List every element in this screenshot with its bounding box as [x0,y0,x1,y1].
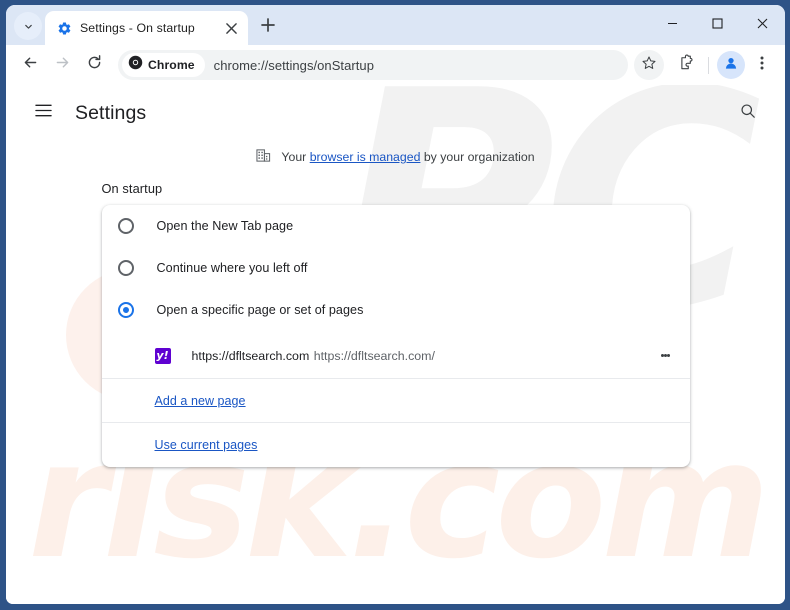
window-controls [650,5,785,45]
search-icon [740,103,756,124]
radio-label: Continue where you left off [156,261,308,275]
dot [667,354,670,357]
enterprise-building-icon [256,148,271,166]
site-favicon-icon: y! [154,347,171,364]
settings-content: On startup Open the New Tab page Continu… [101,166,690,467]
close-window-button[interactable] [740,8,785,42]
site-url: https://dfltsearch.com/ [313,348,435,363]
reload-icon [86,54,103,76]
radio-label: Open a specific page or set of pages [156,303,364,317]
arrow-right-icon [54,54,71,76]
avatar-icon [723,55,739,76]
chrome-menu-button[interactable] [747,50,777,80]
chevron-down-icon [22,20,35,33]
list-item[interactable]: y! https://dfltsearch.com https://dfltse… [101,333,690,379]
settings-page: PC risk.com Settings [6,85,785,604]
chrome-logo-icon [128,55,143,75]
tab-strip: Settings - On startup [6,5,785,45]
profile-avatar-button[interactable] [717,51,745,79]
close-icon[interactable] [222,19,240,37]
managed-text-before: Your [281,150,307,164]
settings-gear-icon [56,20,72,36]
browser-is-managed-link[interactable]: browser is managed [310,150,421,164]
maximize-button[interactable] [695,8,740,42]
startup-pages-list: y! https://dfltsearch.com https://dfltse… [101,331,690,379]
reload-button[interactable] [78,49,110,81]
minimize-button[interactable] [650,8,695,42]
arrow-left-icon [22,54,39,76]
more-vertical-icon[interactable] [652,342,680,370]
radio-continue-where-you-left-off[interactable]: Continue where you left off [102,247,690,289]
forward-button[interactable] [46,49,78,81]
tab-settings-on-startup[interactable]: Settings - On startup [45,11,248,45]
tab-search-button[interactable] [14,12,42,40]
radio-icon [117,260,134,276]
browser-window-frame: Settings - On startup Chrome chrome://se… [0,0,790,610]
back-button[interactable] [14,49,46,81]
plus-icon [261,17,275,37]
address-bar[interactable]: Chrome chrome://settings/onStartup [118,50,628,80]
use-current-pages-link[interactable]: Use current pages [155,438,258,452]
managed-browser-banner: Your browser is managed by your organiza… [6,148,785,166]
address-bar-url: chrome://settings/onStartup [213,57,374,73]
tab-title: Settings - On startup [80,21,195,35]
browser-window: Settings - On startup Chrome chrome://se… [6,5,785,604]
main-menu-button[interactable] [28,98,58,128]
browser-toolbar: Chrome chrome://settings/onStartup [6,45,785,85]
star-icon [641,55,657,76]
section-title-on-startup: On startup [101,181,163,196]
puzzle-piece-icon [679,54,696,76]
radio-icon [117,218,134,234]
use-current-pages-row[interactable]: Use current pages [102,423,690,467]
extensions-button[interactable] [672,50,702,80]
maximize-icon [712,16,723,34]
tab-list: Settings - On startup [45,5,248,45]
managed-banner-text: Your browser is managed by your organiza… [281,150,534,164]
radio-open-specific-page[interactable]: Open a specific page or set of pages [102,289,690,331]
close-icon [757,16,768,34]
hamburger-menu-icon [34,102,52,124]
settings-header: Settings [6,85,785,141]
minimize-icon [667,16,678,34]
toolbar-divider [708,56,709,74]
site-title: https://dfltsearch.com [191,348,310,363]
chrome-origin-chip: Chrome [122,53,205,77]
add-a-new-page-link[interactable]: Add a new page [155,394,246,408]
page-title: Settings [75,101,147,124]
add-new-page-row[interactable]: Add a new page [101,379,690,423]
on-startup-card: Open the New Tab page Continue where you… [101,205,690,467]
radio-open-new-tab-page[interactable]: Open the New Tab page [102,205,690,247]
more-vertical-icon [754,55,770,76]
settings-search-button[interactable] [733,98,763,128]
radio-icon-selected [117,302,134,318]
site-info: https://dfltsearch.com https://dfltsearc… [192,347,652,365]
managed-text-after: by your organization [423,150,535,164]
new-tab-button[interactable] [254,13,282,41]
radio-label: Open the New Tab page [156,219,294,233]
chrome-chip-label: Chrome [148,58,195,72]
bookmark-star-button[interactable] [634,50,664,80]
